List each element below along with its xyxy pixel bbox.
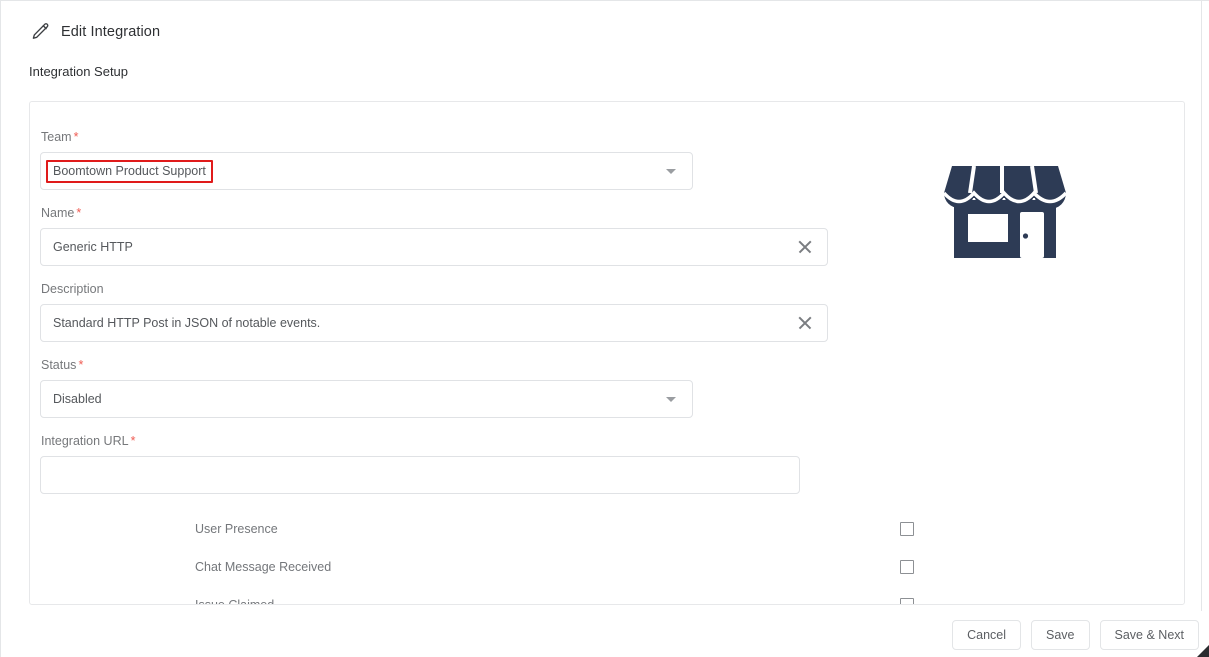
save-button[interactable]: Save xyxy=(1031,619,1090,650)
required-asterisk: * xyxy=(130,434,136,448)
team-label: Team * xyxy=(41,130,79,144)
integration-form: Team * Boomtown Product Support Name * Gen… xyxy=(40,102,914,604)
status-selected-value: Disabled xyxy=(53,392,102,406)
event-toggle-list: User Presence Chat Message Received Issu… xyxy=(40,510,914,604)
field-name: Name * Generic HTTP xyxy=(40,206,840,266)
clear-icon[interactable] xyxy=(797,315,813,331)
required-asterisk: * xyxy=(78,358,84,372)
page-title: Edit Integration xyxy=(61,24,161,40)
clear-icon[interactable] xyxy=(797,239,813,255)
section-subtitle: Integration Setup xyxy=(29,64,129,79)
event-label: Chat Message Received xyxy=(195,560,332,574)
chevron-down-icon xyxy=(666,396,676,402)
event-label: Issue Claimed xyxy=(195,598,275,605)
event-label: User Presence xyxy=(195,522,278,536)
save-and-next-button[interactable]: Save & Next xyxy=(1099,619,1199,650)
field-status: Status * Disabled xyxy=(40,358,840,418)
team-selected-value: Boomtown Product Support xyxy=(46,159,213,183)
storefront-icon xyxy=(940,148,1070,268)
list-item[interactable]: Chat Message Received xyxy=(40,548,930,586)
event-checkbox[interactable] xyxy=(900,522,914,536)
resize-handle[interactable] xyxy=(1193,641,1209,657)
team-dropdown[interactable]: Boomtown Product Support xyxy=(40,152,693,190)
cancel-button[interactable]: Cancel xyxy=(952,619,1022,650)
field-description: Description Standard HTTP Post in JSON o… xyxy=(40,282,840,342)
chevron-down-icon xyxy=(666,168,676,174)
integration-setup-card: Team * Boomtown Product Support Name * Gen… xyxy=(29,101,1185,605)
form-actions: Cancel Save Save & Next xyxy=(1,611,1209,657)
name-value: Generic HTTP xyxy=(53,240,133,254)
page-header: Edit Integration xyxy=(29,19,160,45)
integration-url-label: Integration URL * xyxy=(41,434,136,448)
required-asterisk xyxy=(104,282,106,296)
field-team: Team * Boomtown Product Support xyxy=(40,130,840,190)
list-item[interactable]: Issue Claimed xyxy=(40,586,930,605)
page-right-border xyxy=(1201,1,1202,657)
field-integration-url: Integration URL * xyxy=(40,434,840,494)
description-value: Standard HTTP Post in JSON of notable ev… xyxy=(53,316,321,330)
required-asterisk: * xyxy=(73,130,79,144)
status-dropdown[interactable]: Disabled xyxy=(40,380,693,418)
event-checkbox[interactable] xyxy=(900,560,914,574)
description-label: Description xyxy=(41,282,106,296)
event-checkbox[interactable] xyxy=(900,598,914,604)
name-label: Name * xyxy=(41,206,82,220)
pencil-icon xyxy=(29,21,51,43)
required-asterisk: * xyxy=(76,206,82,220)
name-field[interactable]: Generic HTTP xyxy=(40,228,828,266)
list-item[interactable]: User Presence xyxy=(40,510,930,548)
status-label: Status * xyxy=(41,358,84,372)
integration-url-field[interactable] xyxy=(40,456,800,494)
description-field[interactable]: Standard HTTP Post in JSON of notable ev… xyxy=(40,304,828,342)
edit-integration-page: Edit Integration Integration Setup Team … xyxy=(0,0,1209,657)
